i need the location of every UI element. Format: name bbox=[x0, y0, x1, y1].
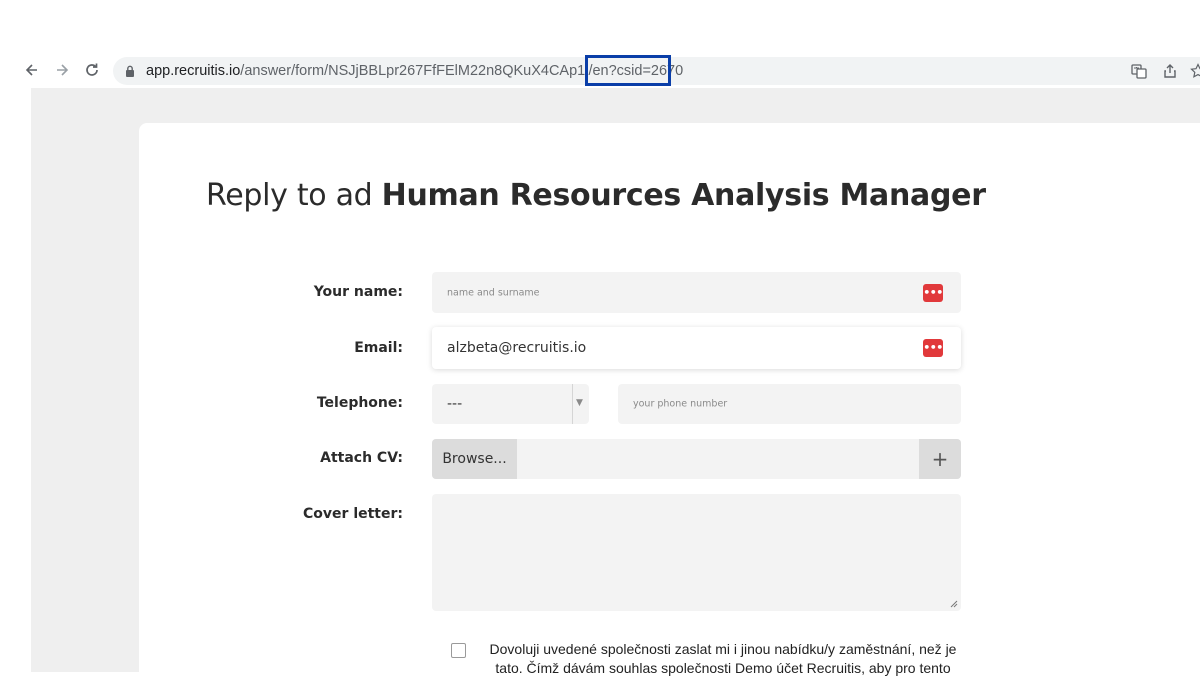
translate-icon[interactable] bbox=[1131, 63, 1147, 79]
cover-letter-textarea[interactable] bbox=[432, 494, 961, 611]
name-input[interactable]: name and surname ••• bbox=[432, 272, 961, 313]
back-arrow-icon[interactable] bbox=[22, 60, 42, 80]
forward-arrow-icon[interactable] bbox=[52, 60, 72, 80]
address-bar[interactable]: app.recruitis.io/answer/form/NSJjBBLpr26… bbox=[113, 57, 1200, 85]
url-text[interactable]: app.recruitis.io/answer/form/NSJjBBLpr26… bbox=[146, 62, 683, 80]
page-title: Reply to ad Human Resources Analysis Man… bbox=[206, 178, 986, 213]
consent-checkbox[interactable] bbox=[451, 643, 466, 658]
email-label: Email: bbox=[354, 340, 403, 356]
attach-cv-label: Attach CV: bbox=[320, 450, 403, 466]
bookmark-star-icon[interactable] bbox=[1190, 63, 1200, 79]
telephone-label: Telephone: bbox=[316, 395, 403, 411]
url-host: app.recruitis.io bbox=[146, 63, 241, 79]
chevron-down-icon: ▼ bbox=[576, 398, 583, 408]
cover-letter-label: Cover letter: bbox=[303, 506, 403, 522]
email-input[interactable]: alzbeta@recruitis.io ••• bbox=[432, 327, 961, 369]
url-path: /answer/form/NSJjBBLpr267FfFElM22n8QKuX4… bbox=[240, 63, 684, 79]
resize-grip-icon[interactable] bbox=[950, 600, 958, 608]
cv-file-input[interactable]: Browse... + bbox=[432, 439, 961, 479]
phone-prefix-value: --- bbox=[447, 396, 463, 412]
password-manager-icon[interactable]: ••• bbox=[923, 283, 943, 302]
browse-button[interactable]: Browse... bbox=[432, 439, 517, 479]
job-title: Human Resources Analysis Manager bbox=[381, 178, 986, 213]
name-placeholder: name and surname bbox=[447, 287, 540, 298]
reload-icon[interactable] bbox=[82, 60, 102, 80]
name-label: Your name: bbox=[313, 284, 403, 300]
title-prefix: Reply to ad bbox=[206, 178, 382, 213]
browser-toolbar: app.recruitis.io/answer/form/NSJjBBLpr26… bbox=[0, 0, 1200, 88]
phone-number-input[interactable]: your phone number bbox=[618, 384, 961, 424]
add-file-button[interactable]: + bbox=[919, 439, 961, 479]
select-divider bbox=[572, 384, 573, 424]
phone-prefix-select[interactable]: --- ▼ bbox=[432, 384, 589, 424]
share-icon[interactable] bbox=[1162, 63, 1178, 79]
email-value: alzbeta@recruitis.io bbox=[447, 340, 587, 356]
lock-icon bbox=[126, 65, 134, 77]
phone-placeholder: your phone number bbox=[633, 398, 728, 410]
password-manager-icon[interactable]: ••• bbox=[923, 339, 943, 357]
consent-text: Dovoluji uvedené společnosti zaslat mi i… bbox=[489, 641, 957, 676]
